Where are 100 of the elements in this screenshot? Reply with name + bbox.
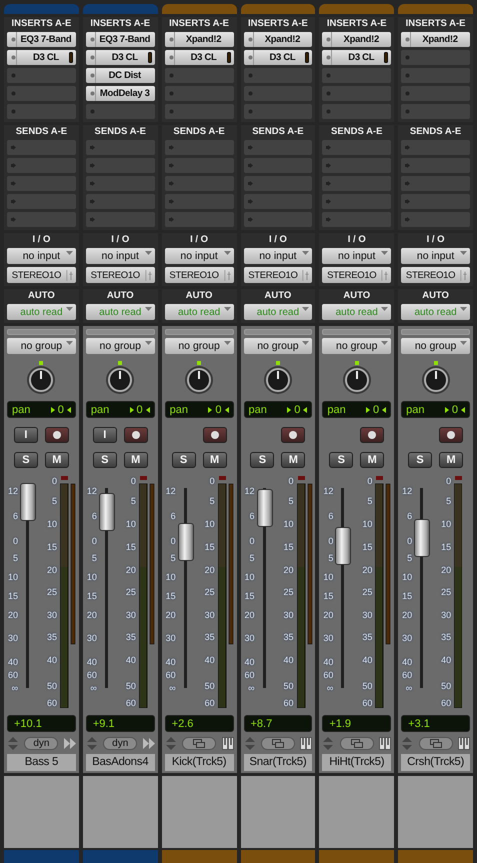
comments-area[interactable] [162,776,236,848]
solo-button[interactable]: S [250,452,274,468]
send-slot[interactable] [86,194,155,209]
input-monitor-button[interactable]: I [14,427,38,443]
send-slot[interactable] [244,140,312,155]
insert-slot[interactable] [7,68,76,83]
mute-button[interactable]: M [360,452,384,468]
group-selector[interactable]: no group [322,338,392,354]
send-slot[interactable] [86,212,155,227]
input-monitor-button[interactable]: I [92,427,117,443]
fast-forward-icon[interactable] [64,737,76,750]
fader-handle[interactable] [178,523,194,561]
up-down-arrows-icon[interactable] [7,737,19,750]
insert-slot[interactable] [401,50,470,65]
pan-display[interactable]: pan 0 [7,401,76,418]
insert-slot[interactable] [322,68,392,83]
mute-button[interactable]: M [44,452,69,468]
record-button[interactable] [439,427,464,443]
insert-slot[interactable] [244,104,312,119]
send-slot[interactable] [401,158,470,173]
solo-button[interactable]: S [408,452,432,468]
record-button[interactable] [44,427,69,443]
fader-handle[interactable] [20,483,36,521]
up-down-arrows-icon[interactable] [322,737,334,750]
up-down-arrows-icon[interactable] [86,737,98,750]
send-slot[interactable] [164,158,234,173]
send-slot[interactable] [86,140,155,155]
send-slot[interactable] [164,212,234,227]
fast-forward-icon[interactable] [142,737,155,750]
pan-knob[interactable] [420,361,452,395]
output-selector[interactable]: STEREO1O [401,267,470,283]
send-slot[interactable] [401,194,470,209]
window-button[interactable] [182,737,216,750]
send-slot[interactable] [401,140,470,155]
fader-handle[interactable] [98,493,115,531]
insert-slot[interactable] [7,86,76,101]
comments-area[interactable] [240,776,316,848]
insert-slot[interactable] [401,104,470,119]
volume-display[interactable]: +10.1 [7,715,76,732]
send-slot[interactable] [401,212,470,227]
insert-slot[interactable]: ModDelay 3 [86,86,155,101]
track-name[interactable]: HiHt(Trck5) [322,754,392,771]
insert-slot[interactable]: D3 CL [244,50,312,65]
insert-slot[interactable]: Xpand!2 [401,32,470,47]
insert-slot[interactable] [86,104,155,119]
pan-display[interactable]: pan 0 [244,401,312,418]
comments-area[interactable] [82,776,158,848]
insert-slot[interactable]: Xpand!2 [244,32,312,47]
insert-slot[interactable] [401,68,470,83]
send-slot[interactable] [7,194,76,209]
output-selector[interactable]: STEREO1O [322,267,392,283]
track-name[interactable]: Kick(Trck5) [164,754,234,771]
insert-slot[interactable]: Xpand!2 [164,32,234,47]
volume-display[interactable]: +2.6 [164,715,234,732]
fader-handle[interactable] [256,488,272,527]
fader-handle[interactable] [335,527,352,565]
pan-display[interactable]: pan 0 [164,401,234,418]
volume-display[interactable]: +1.9 [322,715,392,732]
solo-button[interactable]: S [92,452,117,468]
group-selector[interactable]: no group [86,338,155,354]
insert-slot[interactable] [164,104,234,119]
pan-display[interactable]: pan 0 [322,401,392,418]
input-selector[interactable]: no input [244,248,312,264]
track-name[interactable]: Bass 5 [7,754,76,771]
solo-button[interactable]: S [329,452,354,468]
input-selector[interactable]: no input [401,248,470,264]
send-slot[interactable] [322,140,392,155]
pan-knob[interactable] [262,361,294,395]
insert-slot[interactable] [164,68,234,83]
piano-keys-icon[interactable] [300,737,312,750]
mute-button[interactable]: M [439,452,464,468]
track-name[interactable]: Snar(Trck5) [244,754,312,771]
comments-area[interactable] [4,776,79,848]
record-button[interactable] [124,427,148,443]
output-selector[interactable]: STEREO1O [164,267,234,283]
send-slot[interactable] [322,158,392,173]
fader-handle[interactable] [414,519,430,557]
send-slot[interactable] [244,158,312,173]
pan-knob[interactable] [340,361,373,395]
send-slot[interactable] [322,194,392,209]
comments-area[interactable] [398,776,473,848]
input-selector[interactable]: no input [7,248,76,264]
volume-display[interactable]: +3.1 [401,715,470,732]
group-selector[interactable]: no group [164,338,234,354]
insert-slot[interactable] [401,86,470,101]
send-slot[interactable] [86,158,155,173]
insert-slot[interactable]: D3 CL [86,50,155,65]
insert-slot[interactable] [322,86,392,101]
send-slot[interactable] [7,140,76,155]
group-selector[interactable]: no group [244,338,312,354]
input-selector[interactable]: no input [322,248,392,264]
send-slot[interactable] [86,176,155,191]
record-button[interactable] [202,427,227,443]
pan-display[interactable]: pan 0 [86,401,155,418]
send-slot[interactable] [7,176,76,191]
comments-area[interactable] [319,776,394,848]
send-slot[interactable] [7,158,76,173]
send-slot[interactable] [322,176,392,191]
send-slot[interactable] [244,176,312,191]
insert-slot[interactable]: EQ3 7-Band [86,32,155,47]
